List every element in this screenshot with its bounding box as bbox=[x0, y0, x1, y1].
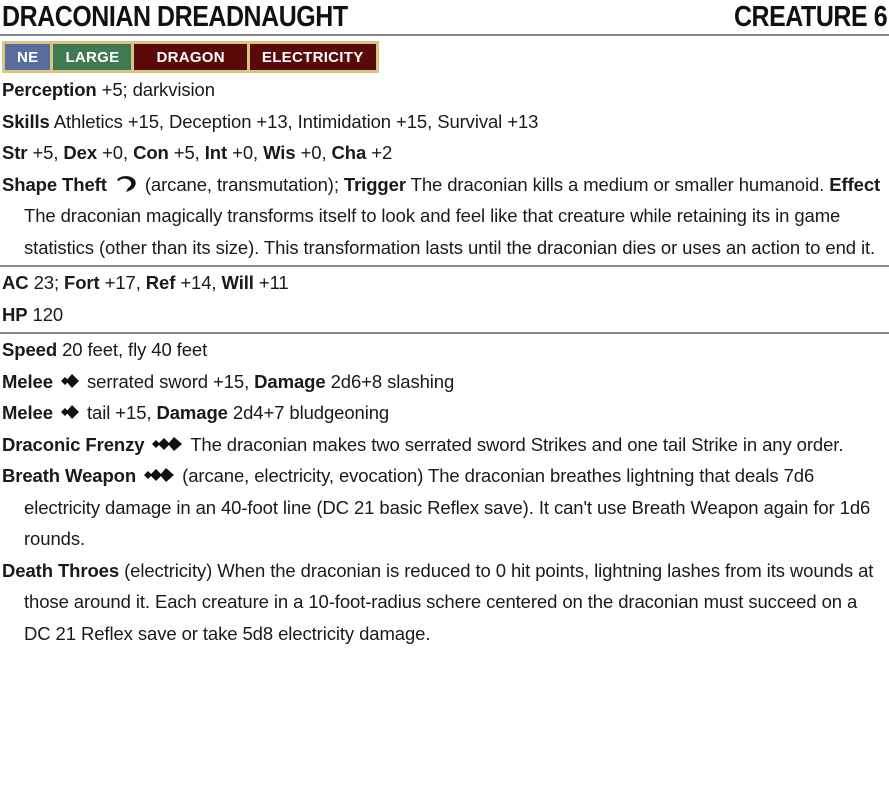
ac-value: 23; bbox=[28, 272, 65, 293]
speed-value: 20 feet, fly 40 feet bbox=[57, 339, 208, 360]
speed-line: Speed 20 feet, fly 40 feet bbox=[0, 334, 889, 366]
single-action-icon bbox=[60, 373, 79, 388]
skills-line: Skills Athletics +15, Deception +13, Int… bbox=[0, 106, 889, 138]
will-value: +11 bbox=[253, 272, 289, 293]
stat-block: DRACONIAN DREADNAUGHT CREATURE 6 NE LARG… bbox=[0, 0, 889, 790]
melee-sword-text: serrated sword +15, bbox=[81, 370, 255, 392]
trait-electricity: ELECTRICITY bbox=[249, 44, 376, 70]
melee-sword-line: Melee serrated sword +15, Damage 2d6+8 s… bbox=[0, 366, 889, 398]
stat-block-header: DRACONIAN DREADNAUGHT CREATURE 6 bbox=[0, 0, 889, 36]
breath-weapon-ability: Breath Weapon (arcane, electricity, evoc… bbox=[0, 460, 889, 555]
melee-tail-text: tail +15, bbox=[81, 402, 157, 423]
damage-value: 2d6+8 slashing bbox=[325, 370, 455, 392]
cha-label: Cha bbox=[331, 142, 367, 163]
dex-label: Dex bbox=[63, 142, 98, 163]
reaction-icon bbox=[116, 175, 136, 192]
con-label: Con bbox=[133, 142, 169, 163]
ref-value: +14, bbox=[175, 272, 222, 293]
trait-dragon: DRAGON bbox=[134, 44, 250, 70]
fort-label: Fort bbox=[64, 272, 100, 293]
trigger-text: The draconian kills a medium or smaller … bbox=[405, 173, 830, 195]
death-throes-text: (electricity) When the draconian is redu… bbox=[24, 559, 874, 644]
fort-value: +17, bbox=[99, 272, 146, 293]
creature-name: DRACONIAN DREADNAUGHT bbox=[2, 1, 348, 33]
melee-label: Melee bbox=[2, 402, 53, 423]
damage-label: Damage bbox=[156, 402, 228, 423]
effect-text: The draconian magically transforms itsel… bbox=[24, 205, 876, 258]
death-throes-label: Death Throes bbox=[2, 559, 120, 581]
ref-label: Ref bbox=[145, 272, 176, 293]
skills-value: Athletics +15, Deception +13, Intimidati… bbox=[49, 110, 539, 132]
skills-label: Skills bbox=[2, 110, 50, 132]
damage-label: Damage bbox=[254, 370, 326, 392]
effect-label: Effect bbox=[829, 173, 881, 195]
str-value: +5, bbox=[27, 142, 64, 163]
ac-label: AC bbox=[2, 272, 29, 293]
hp-line: HP 120 bbox=[0, 299, 889, 331]
death-throes-ability: Death Throes (electricity) When the drac… bbox=[0, 555, 889, 650]
melee-tail-line: Melee tail +15, Damage 2d4+7 bludgeoning bbox=[0, 397, 889, 429]
two-actions-icon bbox=[152, 436, 183, 451]
cha-value: +2 bbox=[366, 142, 393, 163]
perception-line: Perception +5; darkvision bbox=[0, 74, 889, 106]
defense-line: AC 23; Fort +17, Ref +14, Will +11 bbox=[0, 267, 889, 299]
trait-size: LARGE bbox=[53, 44, 135, 70]
str-label: Str bbox=[2, 142, 28, 163]
hp-label: HP bbox=[2, 303, 28, 325]
shape-theft-label: Shape Theft bbox=[2, 173, 107, 195]
draconic-frenzy-ability: Draconic Frenzy The draconian makes two … bbox=[0, 429, 889, 461]
single-action-icon bbox=[60, 405, 79, 420]
shape-theft-ability: Shape Theft (arcane, transmutation); Tri… bbox=[0, 169, 889, 264]
perception-value: +5; darkvision bbox=[96, 79, 215, 100]
trigger-label: Trigger bbox=[343, 173, 406, 195]
creature-level: CREATURE 6 bbox=[733, 1, 888, 33]
int-value: +0, bbox=[227, 142, 264, 163]
trait-alignment: NE bbox=[5, 44, 54, 70]
breath-weapon-label: Breath Weapon bbox=[2, 465, 137, 486]
hp-value: 120 bbox=[27, 303, 64, 325]
damage-value: 2d4+7 bludgeoning bbox=[227, 402, 390, 423]
trait-list: NE LARGE DRAGON ELECTRICITY bbox=[2, 41, 379, 73]
int-label: Int bbox=[204, 142, 228, 163]
shape-theft-traits: (arcane, transmutation); bbox=[139, 173, 344, 195]
speed-label: Speed bbox=[2, 339, 58, 360]
two-actions-icon bbox=[144, 468, 175, 483]
ability-scores-line: Str +5, Dex +0, Con +5, Int +0, Wis +0, … bbox=[0, 137, 889, 169]
wis-label: Wis bbox=[263, 142, 296, 163]
perception-label: Perception bbox=[2, 79, 97, 100]
dex-value: +0, bbox=[97, 142, 134, 163]
con-value: +5, bbox=[168, 142, 205, 163]
draconic-frenzy-text: The draconian makes two serrated sword S… bbox=[185, 433, 844, 455]
draconic-frenzy-label: Draconic Frenzy bbox=[2, 433, 145, 455]
wis-value: +0, bbox=[295, 142, 332, 163]
will-label: Will bbox=[221, 272, 254, 293]
melee-label: Melee bbox=[2, 370, 53, 392]
